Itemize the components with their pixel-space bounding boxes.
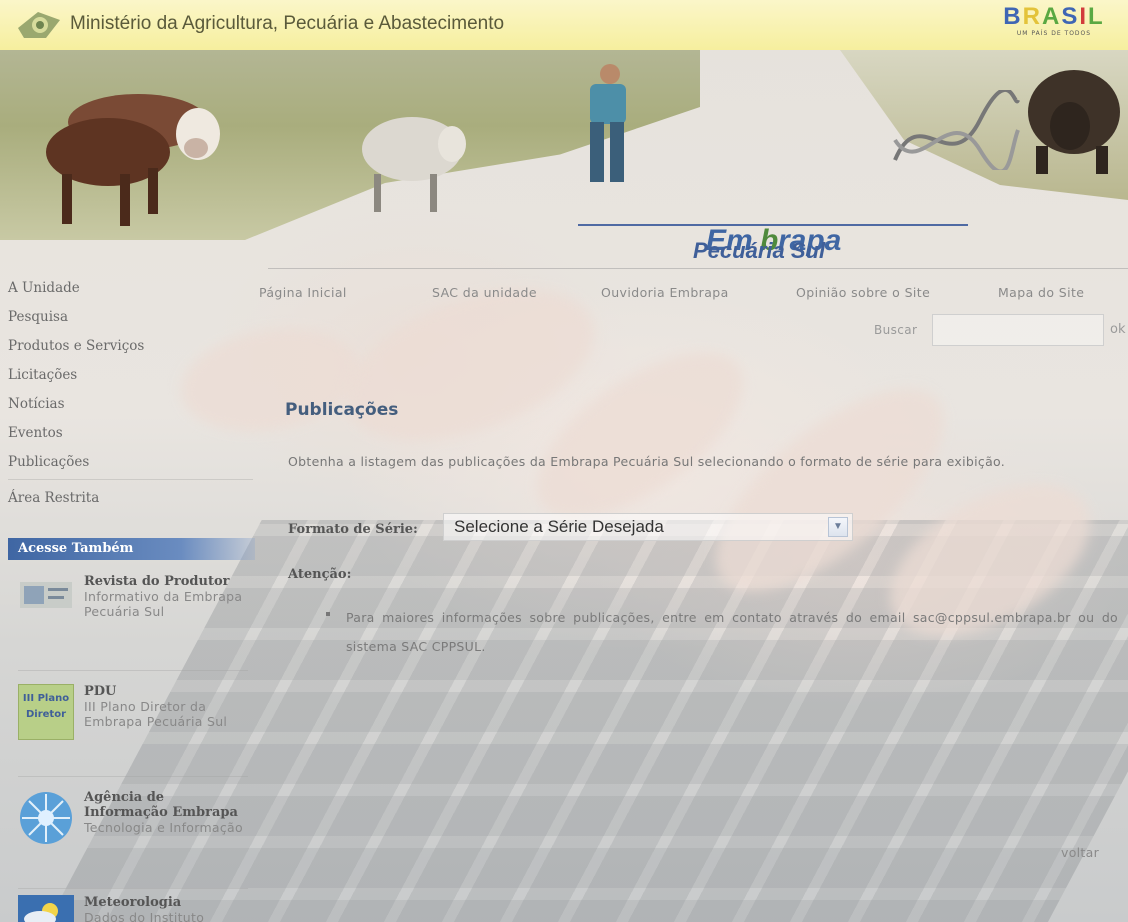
nav-item-area-restrita[interactable]: Área Restrita	[8, 479, 253, 508]
divider	[18, 776, 248, 777]
logo-divider	[578, 224, 968, 226]
nav-item-licitacoes[interactable]: Licitações	[8, 361, 253, 390]
series-select-value: Selecione a Série Desejada	[454, 517, 664, 536]
ministry-bar: Ministério da Agricultura, Pecuária e Ab…	[0, 0, 1128, 50]
nav-item-pesquisa[interactable]: Pesquisa	[8, 303, 253, 332]
search-label: Buscar	[874, 323, 918, 337]
top-menu: Página Inicial SAC da unidade Ouvidoria …	[259, 268, 1128, 304]
also-item-title: Meteorologia	[84, 895, 182, 910]
also-item-title: PDU	[84, 684, 117, 699]
search-ok-button[interactable]: ok	[1110, 322, 1125, 337]
weather-thumb-icon	[18, 895, 74, 922]
also-item-title: Revista do Produtor	[84, 574, 230, 589]
agency-thumb-icon	[20, 792, 72, 844]
format-label: Formato de Série:	[288, 522, 418, 537]
plan-thumb-text: III Plano	[22, 693, 70, 704]
attention-label: Atenção:	[288, 567, 352, 582]
divider	[18, 670, 248, 671]
sheep-image	[362, 117, 466, 212]
banner-photos: Em b rapa Pecuária Sul	[0, 50, 1128, 265]
bull-image	[1028, 70, 1120, 174]
unit-name: Pecuária Sul	[693, 238, 826, 263]
menu-opiniao[interactable]: Opinião sobre o Site	[796, 285, 930, 300]
menu-ouvidoria[interactable]: Ouvidoria Embrapa	[601, 285, 729, 300]
also-header: Acesse Também	[8, 538, 255, 560]
also-item-pdu[interactable]: III Plano Diretor PDU III Plano Diretor …	[18, 684, 248, 740]
menu-mapa-site[interactable]: Mapa do Site	[998, 285, 1084, 300]
divider	[18, 888, 248, 889]
farmer-image	[590, 64, 626, 182]
plan-thumb-icon: III Plano Diretor	[18, 684, 74, 740]
nav-item-eventos[interactable]: Eventos	[8, 419, 253, 448]
also-item-desc: Informativo da Embrapa Pecuária Sul	[84, 589, 243, 619]
also-item-agencia[interactable]: Agência de Informação Embrapa Tecnologia…	[18, 790, 248, 846]
also-item-meteorologia[interactable]: Meteorologia Dados do Instituto	[18, 895, 248, 922]
menu-sac-unidade[interactable]: SAC da unidade	[432, 285, 537, 300]
chevron-down-icon[interactable]: ▼	[828, 517, 848, 537]
also-item-title: Agência de Informação Embrapa	[84, 790, 238, 820]
series-select[interactable]: Selecione a Série Desejada ▼	[443, 513, 853, 541]
contact-note: Para maiores informações sobre publicaçõ…	[346, 610, 1118, 654]
cattle-image	[46, 94, 220, 226]
search-input[interactable]	[932, 314, 1104, 346]
nav-item-noticias[interactable]: Notícias	[8, 390, 253, 419]
brasil-slogan: UM PAÍS DE TODOS	[1016, 30, 1092, 37]
brasil-logo: BRASIL UM PAÍS DE TODOS	[990, 4, 1118, 44]
also-item-desc: Dados do Instituto	[84, 910, 205, 922]
magazine-thumb-icon	[20, 582, 72, 608]
back-link[interactable]: voltar	[1061, 845, 1099, 860]
page-title: Publicações	[285, 400, 399, 420]
nav-item-publicacoes[interactable]: Publicações	[8, 448, 253, 477]
also-item-desc: Tecnologia e Informação	[84, 820, 243, 835]
left-nav: A Unidade Pesquisa Produtos e Serviços L…	[8, 274, 253, 508]
ministry-logo-icon	[18, 12, 60, 38]
also-item-desc: III Plano Diretor da Embrapa Pecuária Su…	[84, 699, 228, 729]
also-item-revista[interactable]: Revista do Produtor Informativo da Embra…	[18, 574, 248, 630]
dna-icon	[893, 90, 1020, 170]
nav-item-a-unidade[interactable]: A Unidade	[8, 274, 253, 303]
bullet-icon	[326, 612, 330, 616]
menu-pagina-inicial[interactable]: Página Inicial	[259, 285, 347, 300]
intro-text: Obtenha a listagem das publicações da Em…	[288, 454, 1006, 469]
plan-thumb-text: Diretor	[25, 709, 67, 720]
ministry-title: Ministério da Agricultura, Pecuária e Ab…	[70, 13, 505, 34]
nav-item-produtos-servicos[interactable]: Produtos e Serviços	[8, 332, 253, 361]
brasil-logo-text: BRASIL	[1003, 3, 1105, 30]
